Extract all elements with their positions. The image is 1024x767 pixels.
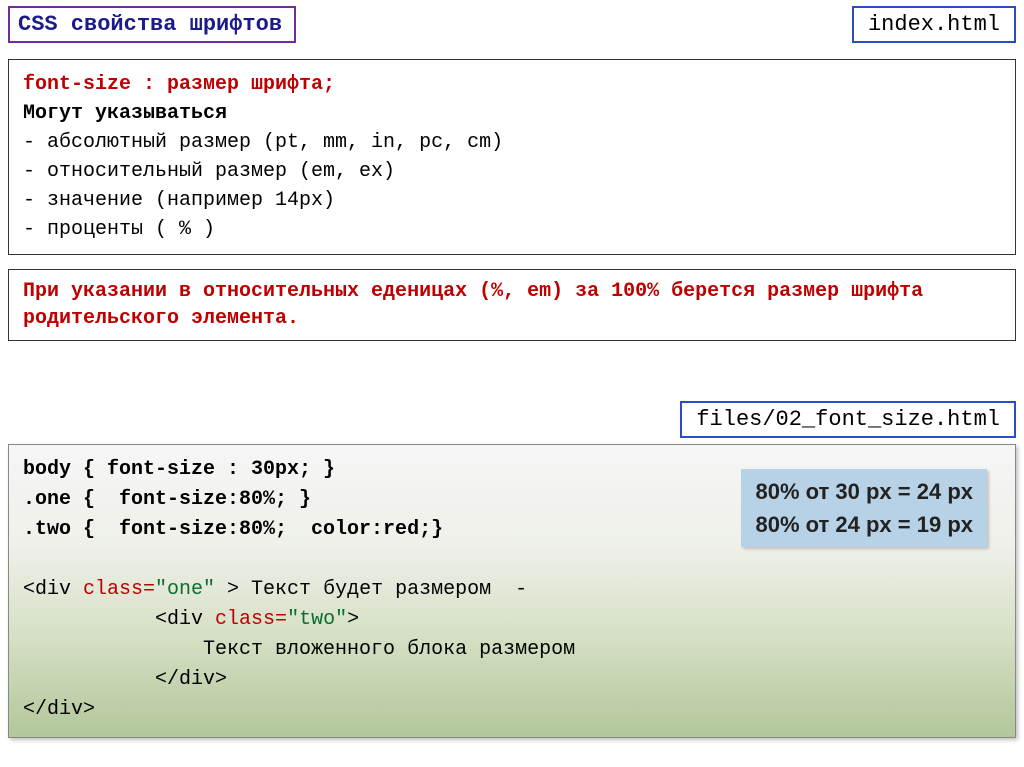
desc-line-1: font-size : размер шрифта; xyxy=(23,73,335,96)
calc-line-2: 80% от 24 px = 19 px xyxy=(755,508,973,541)
code-line-6: Текст вложенного блока размером xyxy=(23,638,575,661)
filename-label-1: index.html xyxy=(852,6,1016,43)
code-line-1: body { font-size : 30px; } xyxy=(23,458,335,481)
code-line-8: </div> xyxy=(23,698,95,721)
calculation-overlay: 80% от 30 px = 24 px 80% от 24 px = 19 p… xyxy=(741,469,987,547)
desc-line-2: Могут указываться xyxy=(23,99,1001,128)
filename-label-2: files/02_font_size.html xyxy=(680,401,1016,438)
desc-line-4: - относительный размер (em, ex) xyxy=(23,157,1001,186)
calc-line-1: 80% от 30 px = 24 px xyxy=(755,475,973,508)
relative-units-note: При указании в относительных еденицах (%… xyxy=(8,269,1016,341)
code-line-2: .one { font-size:80%; } xyxy=(23,488,311,511)
code-line-7: </div> xyxy=(23,668,227,691)
font-size-description-box: font-size : размер шрифта; Могут указыва… xyxy=(8,59,1016,255)
code-example-box: body { font-size : 30px; } .one { font-s… xyxy=(8,444,1016,738)
page-title: CSS свойства шрифтов xyxy=(8,6,296,43)
desc-line-3: - абсолютный размер (pt, mm, in, pc, cm) xyxy=(23,128,1001,157)
desc-line-5: - значение (например 14px) xyxy=(23,186,1001,215)
code-line-3: .two { font-size:80%; color:red;} xyxy=(23,518,443,541)
code-line-5: <div class="two"> xyxy=(23,608,359,631)
code-line-4: <div class="one" > Текст будет размером … xyxy=(23,578,527,601)
desc-line-6: - проценты ( % ) xyxy=(23,215,1001,244)
